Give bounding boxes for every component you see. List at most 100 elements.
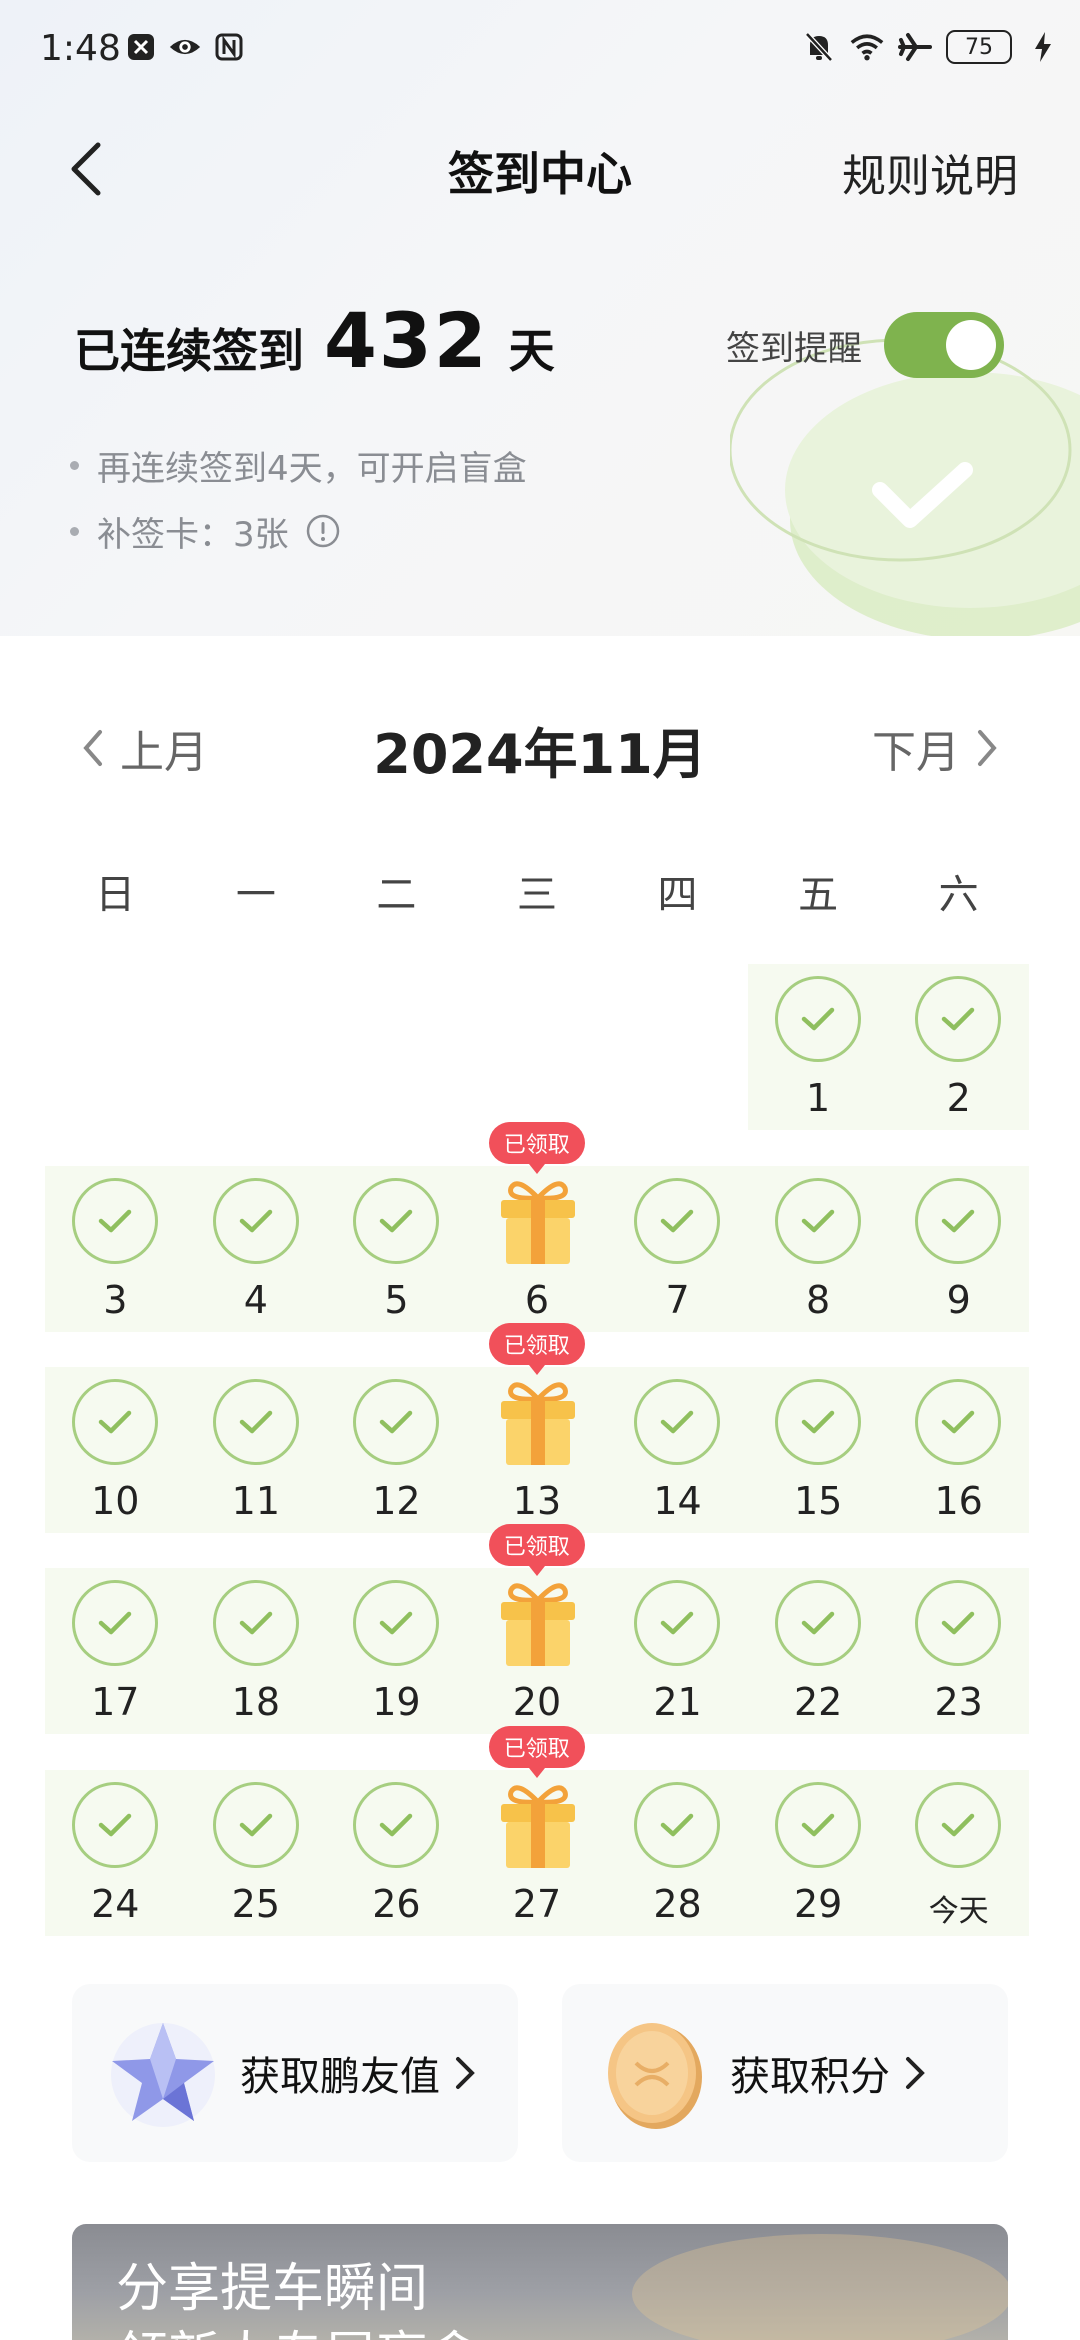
calendar-day[interactable]: 11	[186, 1367, 327, 1533]
bullet-dot	[70, 526, 79, 536]
top-nav: 签到中心 规则说明	[0, 120, 1080, 216]
weekday-label: 六	[938, 872, 979, 918]
charging-bolt-icon	[1026, 30, 1060, 64]
bell-muted-icon	[802, 30, 836, 64]
tip-item: 补签卡：3张	[70, 498, 527, 564]
month-navigation: 上月 2024年11月 下月	[0, 700, 1080, 790]
day-number: 14	[653, 1479, 702, 1523]
checked-in-icon	[774, 1178, 861, 1264]
calendar-week-row: 10 11 12 已领取 13 14 15 16	[45, 1323, 1029, 1533]
gift-box-icon	[500, 1382, 575, 1465]
calendar-week-row: 3 4 5 已领取 6 7 8 9	[45, 1122, 1029, 1332]
calendar-day[interactable]: 12	[326, 1367, 467, 1533]
battery-indicator: 75	[946, 30, 1012, 64]
calendar-day[interactable]: 3	[45, 1166, 186, 1332]
checked-in-icon	[774, 1379, 861, 1465]
calendar-day[interactable]: 25	[186, 1770, 327, 1936]
calendar-day[interactable]: 2	[888, 964, 1029, 1130]
tip-text: 补签卡：3张	[97, 514, 289, 555]
reminder-toggle[interactable]	[884, 312, 1004, 378]
day-number: 22	[793, 1680, 843, 1724]
calendar-week-row: 24 25 26 已领取 27 28 29 今天	[45, 1726, 1029, 1936]
day-number: 28	[653, 1882, 702, 1926]
checked-in-icon	[72, 1782, 158, 1868]
points-label: 获取积分	[730, 2054, 890, 2100]
checked-in-icon	[634, 1379, 721, 1465]
calendar-week-row: 12	[45, 964, 1029, 1130]
status-bar: 1:48 75	[0, 0, 1080, 100]
rules-link[interactable]: 规则说明	[842, 140, 1018, 204]
calendar-day[interactable]: 26	[326, 1770, 467, 1936]
day-number: 13	[512, 1479, 562, 1523]
day-number: 27	[512, 1882, 562, 1926]
chevron-right-icon	[904, 2055, 926, 2091]
calendar-day[interactable]: 17	[45, 1568, 186, 1734]
calendar-day[interactable]: 19	[326, 1568, 467, 1734]
calendar-day[interactable]: 22	[748, 1568, 889, 1734]
day-number: 3	[103, 1278, 128, 1322]
today-label: 今天	[928, 1894, 989, 1929]
calendar-day[interactable]: 4	[186, 1166, 327, 1332]
weekday-label: 二	[376, 872, 417, 918]
day-number: 18	[231, 1680, 281, 1724]
header-section: 1:48 75 签到中心 规则说明 已连续签到 432 天 签到提醒 再连续签到…	[0, 0, 1080, 636]
calendar-day[interactable]: 1	[748, 964, 889, 1130]
claimed-badge: 已领取	[488, 1524, 585, 1576]
calendar-day[interactable]: 7	[607, 1166, 748, 1332]
calendar-day[interactable]: 5	[326, 1166, 467, 1332]
status-notification-icons	[124, 30, 246, 64]
checked-in-icon	[353, 1580, 440, 1666]
day-number: 6	[524, 1278, 550, 1322]
checked-in-icon	[72, 1379, 158, 1465]
get-points-card[interactable]: 获取积分	[562, 1984, 1008, 2162]
calendar-day[interactable]: 18	[186, 1568, 327, 1734]
checked-in-icon	[212, 1782, 299, 1868]
day-number: 10	[91, 1479, 140, 1523]
calendar-day[interactable]: 8	[748, 1166, 889, 1332]
calendar-day[interactable]: 已领取 27	[467, 1726, 608, 1936]
calendar-day[interactable]: 23	[888, 1568, 1029, 1734]
day-number: 8	[806, 1278, 831, 1322]
next-month-button[interactable]: 下月	[872, 716, 1000, 780]
gift-box-icon	[500, 1785, 575, 1868]
toggle-knob	[946, 320, 996, 370]
calendar-day[interactable]: 28	[607, 1770, 748, 1936]
checked-in-icon	[634, 1580, 721, 1666]
status-system-icons: 75	[802, 30, 1060, 64]
calendar-day[interactable]: 已领取 20	[467, 1524, 608, 1734]
calendar-day[interactable]: 今天	[888, 1770, 1029, 1936]
calendar-day[interactable]: 已领取 13	[467, 1323, 608, 1533]
claimed-badge: 已领取	[488, 1323, 585, 1375]
checked-in-icon	[915, 1580, 1002, 1666]
day-number: 25	[231, 1882, 281, 1926]
get-friend-value-card[interactable]: 获取鹏友值	[72, 1984, 518, 2162]
streak-days: 432	[324, 296, 489, 385]
checked-in-icon	[212, 1178, 299, 1264]
calendar-day[interactable]: 21	[607, 1568, 748, 1734]
wifi-icon	[850, 30, 884, 64]
info-icon[interactable]	[305, 513, 341, 549]
checked-in-icon	[774, 1782, 861, 1868]
next-month-label: 下月	[872, 727, 960, 778]
calendar-day[interactable]: 9	[888, 1166, 1029, 1332]
calendar-day[interactable]: 10	[45, 1367, 186, 1533]
banner-subtitle: 领新人专属盲盒	[116, 2314, 480, 2340]
calendar-day[interactable]: 14	[607, 1367, 748, 1533]
weekday-label: 一	[235, 872, 276, 918]
calendar-day[interactable]: 24	[45, 1770, 186, 1936]
friend-value-label: 获取鹏友值	[240, 2054, 440, 2100]
checked-in-icon	[353, 1782, 440, 1868]
day-number: 1	[806, 1076, 831, 1120]
calendar-day[interactable]: 15	[748, 1367, 889, 1533]
day-number: 12	[372, 1479, 421, 1523]
calendar-day[interactable]: 29	[748, 1770, 889, 1936]
day-number: 29	[793, 1882, 843, 1926]
chevron-right-icon	[454, 2055, 476, 2091]
calendar-week-row: 17 18 19 已领取 20 21 22 23	[45, 1524, 1029, 1734]
banner-sky-glow	[632, 2234, 1008, 2340]
calendar-day[interactable]: 已领取 6	[467, 1122, 608, 1332]
promo-banner[interactable]: 分享提车瞬间 领新人专属盲盒	[72, 2224, 1008, 2340]
checked-in-icon	[774, 976, 861, 1062]
calendar-day[interactable]: 16	[888, 1367, 1029, 1533]
reminder-setting: 签到提醒	[726, 312, 1004, 378]
